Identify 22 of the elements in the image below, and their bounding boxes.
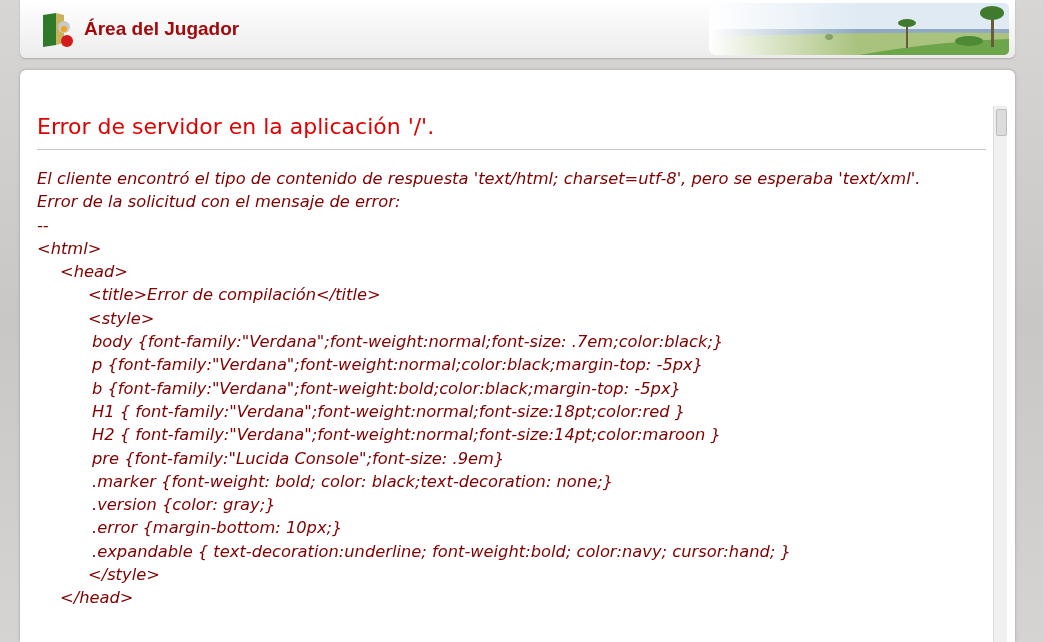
code-line: </style> [88, 564, 161, 587]
code-line: .version {color: gray;} [92, 494, 277, 517]
error-message: El cliente encontró el tipo de contenido de respuesta 'text/html; charset=utf-8', pero se esperaba 'text/xml'. [37, 168, 922, 190]
code-line: <html> [37, 237, 103, 260]
error-message: -- [37, 214, 50, 237]
error-message: Error de la solicitud con el mensaje de error: [37, 191, 402, 214]
code-line: .marker {font-weight: bold; color: black;text-decoration: none;} [92, 470, 614, 493]
code-line: .expandable { text-decoration:underline; font-weight:bold; color:navy; cursor:hand; } [92, 540, 792, 563]
code-line: pre {font-family:"Lucida Console";font-size: .9em} [92, 447, 506, 470]
scrollbar[interactable] [993, 106, 1007, 642]
code-line: H1 { font-family:"Verdana";font-weight:normal;font-size:18pt;color:red } [92, 400, 687, 423]
error-heading: Error de servidor en la aplicación '/'. [37, 114, 986, 150]
code-line: body {font-family:"Verdana";font-weight:normal;font-size: .7em;color:black;} [92, 331, 725, 354]
code-line: .error {margin-bottom: 10px;} [92, 517, 344, 540]
code-line: b {font-family:"Verdana";font-weight:bold;color:black;margin-top: -5px} [92, 377, 682, 400]
code-line: <head> [60, 261, 129, 284]
code-line: p {font-family:"Verdana";font-weight:normal;color:black;margin-top: -5px} [92, 354, 705, 377]
code-line: H2 { font-family:"Verdana";font-weight:normal;font-size:14pt;color:maroon } [92, 424, 722, 447]
header-title: Área del Jugador [84, 18, 241, 40]
code-line: </head> [60, 587, 135, 610]
code-line: <title>Error de compilación</title> [88, 284, 382, 307]
code-line: <style> [88, 307, 156, 330]
